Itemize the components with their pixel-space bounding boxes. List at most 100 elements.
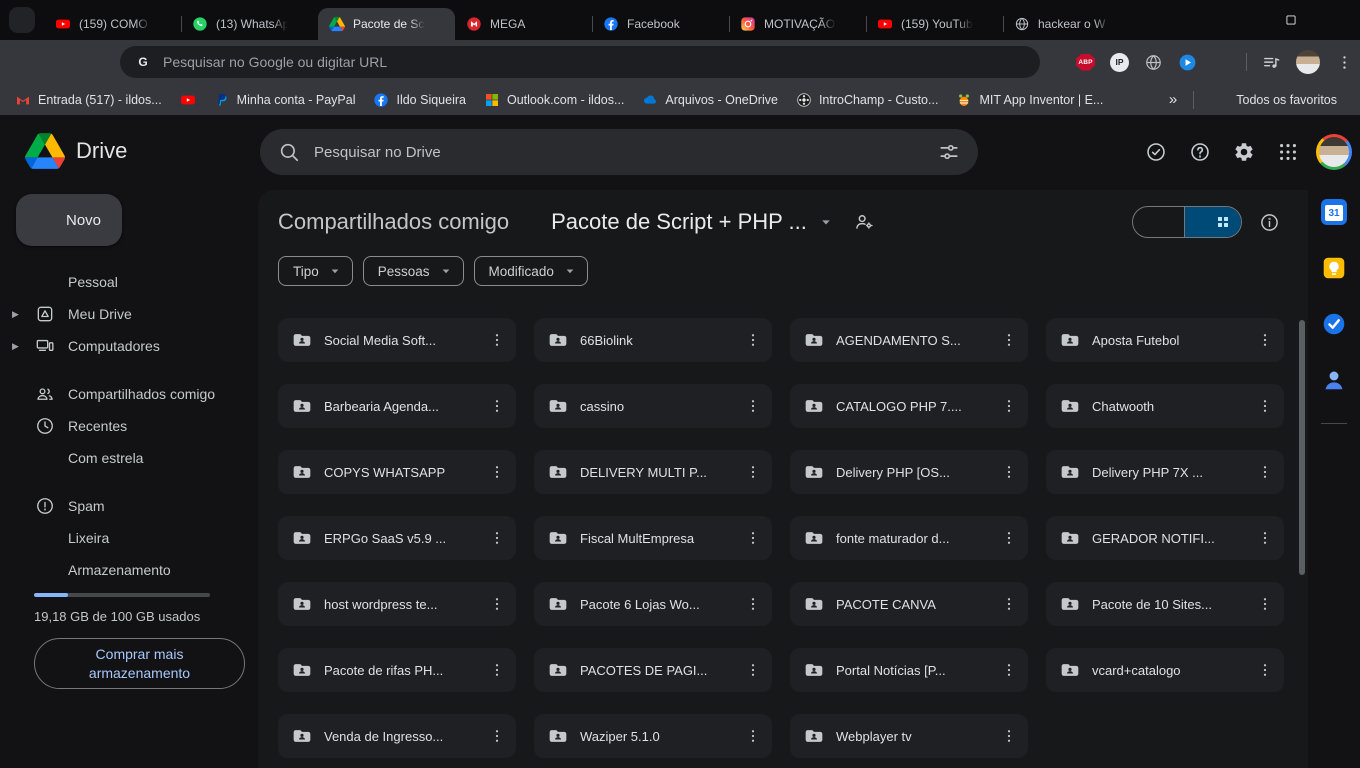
folder-card[interactable]: Social Media Soft... [278, 318, 516, 362]
folder-card[interactable]: GERADOR NOTIFI... [1046, 516, 1284, 560]
folder-card[interactable]: DELIVERY MULTI P... [534, 450, 772, 494]
breadcrumb-current[interactable]: Pacote de Script + PHP ... [551, 209, 807, 235]
grid-view-button[interactable]: M5 12.5l4 4L19 7 [1185, 207, 1241, 237]
adblock-plus-icon[interactable]: ABP [1076, 54, 1095, 71]
search-filters-icon[interactable] [938, 141, 960, 163]
sidebar-nav-item[interactable]: ▶ M7.2 18.5h10.1a3.8 3.8 0 0 0 .9-7.5 5.… [0, 554, 258, 586]
video-play-extension-icon[interactable] [1178, 53, 1197, 72]
folder-card[interactable]: Chatwooth [1046, 384, 1284, 428]
back-button[interactable]: M19 12H5.5M11 6l-6 6 6 6 [10, 47, 40, 77]
folder-card[interactable]: Pacote 6 Lojas Wo... [534, 582, 772, 626]
browser-tab[interactable]: Facebook M6.5 6.5l11 11M17.5 6.5l-11 11 [592, 8, 729, 40]
folder-menu-icon[interactable] [738, 457, 768, 487]
breadcrumb-parent[interactable]: Compartilhados comigo [278, 209, 509, 235]
folder-menu-icon[interactable] [994, 457, 1024, 487]
manage-members-icon[interactable] [853, 211, 875, 233]
browser-menu-icon[interactable] [1335, 53, 1354, 72]
tab-close-icon[interactable]: M6.5 6.5l11 11M17.5 6.5l-11 11 [159, 16, 175, 32]
buy-storage-button[interactable]: Comprar mais armazenamento [34, 638, 245, 689]
folder-card[interactable]: COPYS WHATSAPP [278, 450, 516, 494]
folder-card[interactable]: Delivery PHP [OS... [790, 450, 1028, 494]
folder-menu-icon[interactable] [994, 391, 1024, 421]
folder-menu-icon[interactable] [482, 325, 512, 355]
folder-menu-icon[interactable] [482, 391, 512, 421]
browser-tab[interactable]: (159) COMO M6.5 6.5l11 11M17.5 6.5l-11 1… [44, 8, 181, 40]
browser-tab[interactable]: hackear o W M6.5 6.5l11 11M17.5 6.5l-11 … [1003, 8, 1140, 40]
folder-menu-icon[interactable] [738, 523, 768, 553]
folder-card[interactable]: Fiscal MultEmpresa [534, 516, 772, 560]
get-addons-icon[interactable]: M12 5v14M5 12h14 [1322, 440, 1346, 464]
window-close-button[interactable]: M6.5 6.5l11 11M17.5 6.5l-11 11 [1314, 0, 1360, 40]
reload-button[interactable]: M19 12a7 7 0 1 1-2.05-4.95M19.3 3.9v3.9h… [80, 47, 110, 77]
folder-menu-icon[interactable] [994, 523, 1024, 553]
folder-menu-icon[interactable] [994, 589, 1024, 619]
bookmark-item[interactable]: Outlook.com - ildos... [475, 89, 633, 111]
info-icon[interactable] [1259, 212, 1280, 233]
folder-menu-icon[interactable] [482, 523, 512, 553]
collapse-panel-icon[interactable]: M9.5 5.5 16 12l-6.5 6.5 [1322, 724, 1344, 746]
browser-tab[interactable]: (13) WhatsAp M6.5 6.5l11 11M17.5 6.5l-11… [181, 8, 318, 40]
folder-card[interactable]: Pacote de rifas PH... [278, 648, 516, 692]
folder-card[interactable]: Aposta Futebol [1046, 318, 1284, 362]
folder-card[interactable]: fonte maturador d... [790, 516, 1028, 560]
google-calendar-icon[interactable]: 31 [1321, 199, 1347, 225]
bookmark-item[interactable]: Entrada (517) - ildos... [6, 89, 171, 111]
tab-close-icon[interactable]: M6.5 6.5l11 11M17.5 6.5l-11 11 [296, 16, 312, 32]
filter-chip[interactable]: Tipo [278, 256, 353, 286]
all-bookmarks-button[interactable]: M3.5 6.5a2 2 0 0 1 2-2h4l2 2.5h7a2 2 0 0… [1204, 89, 1346, 111]
sidebar-nav-item[interactable]: ▶ Computadores [0, 330, 258, 362]
address-bar[interactable]: G Pesquisar no Google ou digitar URL [120, 46, 1040, 78]
bookmark-item[interactable]: MIT App Inventor | E... [947, 89, 1112, 111]
bookmark-item[interactable]: IntroChamp - Custo... [787, 89, 948, 111]
folder-card[interactable]: ERPGo SaaS v5.9 ... [278, 516, 516, 560]
tab-close-icon[interactable]: M6.5 6.5l11 11M17.5 6.5l-11 11 [844, 16, 860, 32]
folder-card[interactable]: PACOTE CANVA [790, 582, 1028, 626]
bookmark-item[interactable]: Ildo Siqueira [364, 89, 475, 111]
tab-close-icon[interactable]: M6.5 6.5l11 11M17.5 6.5l-11 11 [1118, 16, 1134, 32]
caret-down-icon[interactable] [816, 212, 836, 232]
expand-arrow-icon[interactable]: ▶ [12, 341, 28, 352]
proxy-globe-icon[interactable] [1144, 53, 1163, 72]
folder-card[interactable]: Pacote de 10 Sites... [1046, 582, 1284, 626]
folder-card[interactable]: host wordpress te... [278, 582, 516, 626]
folder-card[interactable]: Portal Notícias [P... [790, 648, 1028, 692]
browser-tab[interactable]: Pacote de Sc M6.5 6.5l11 11M17.5 6.5l-11… [318, 8, 455, 40]
folder-menu-icon[interactable] [1250, 391, 1280, 421]
folder-card[interactable]: AGENDAMENTO S... [790, 318, 1028, 362]
google-contacts-icon[interactable] [1321, 367, 1347, 393]
folder-menu-icon[interactable] [994, 721, 1024, 751]
folder-card[interactable]: Webplayer tv [790, 714, 1028, 758]
offline-status-button[interactable] [1134, 130, 1178, 174]
bookmarks-overflow-button[interactable]: » [1163, 91, 1183, 108]
sidebar-nav-item[interactable]: ▶ M4.5 10.5 12 4.5l7.5 6v8a1 1 0 0 1-1 1… [0, 266, 258, 298]
settings-button[interactable] [1222, 130, 1266, 174]
folder-card[interactable]: CATALOGO PHP 7.... [790, 384, 1028, 428]
folder-menu-icon[interactable] [1250, 457, 1280, 487]
sidebar-nav-item[interactable]: ▶ M12 4l2.4 5.3 5.8.5-4.4 3.8 1.3 5.7-5.… [0, 442, 258, 474]
forward-button[interactable]: M5 12h13.5M13 6l6 6-6 6 [45, 47, 75, 77]
tab-close-icon[interactable]: M6.5 6.5l11 11M17.5 6.5l-11 11 [707, 16, 723, 32]
browser-tab[interactable]: MEGA M6.5 6.5l11 11M17.5 6.5l-11 11 [455, 8, 592, 40]
folder-menu-icon[interactable] [738, 589, 768, 619]
folder-card[interactable]: cassino [534, 384, 772, 428]
folder-menu-icon[interactable] [482, 457, 512, 487]
drive-logo[interactable]: Drive [25, 133, 127, 169]
browser-tab[interactable]: (159) YouTub M6.5 6.5l11 11M17.5 6.5l-11… [866, 8, 1003, 40]
google-apps-button[interactable] [1266, 130, 1310, 174]
tab-close-icon[interactable]: M6.5 6.5l11 11M17.5 6.5l-11 11 [570, 16, 586, 32]
folder-card[interactable]: Waziper 5.1.0 [534, 714, 772, 758]
new-tab-button[interactable]: M12 5v14M5 12h14 [1148, 10, 1176, 38]
sidebar-nav-item[interactable]: ▶ Spam [0, 490, 258, 522]
sidebar-nav-item[interactable]: ▶ M5.5 7h13M9.5 7V5.8a1.3 1.3 0 0 1 1.3-… [0, 522, 258, 554]
sidebar-nav-item[interactable]: ▶ Meu Drive [0, 298, 258, 330]
window-maximize-button[interactable] [1268, 0, 1314, 40]
folder-menu-icon[interactable] [482, 589, 512, 619]
window-minimize-button[interactable]: M5 12h14 [1222, 0, 1268, 40]
folder-menu-icon[interactable] [738, 325, 768, 355]
folder-menu-icon[interactable] [1250, 655, 1280, 685]
folder-card[interactable]: Barbearia Agenda... [278, 384, 516, 428]
folder-menu-icon[interactable] [994, 325, 1024, 355]
folder-menu-icon[interactable] [994, 655, 1024, 685]
browser-profile-avatar[interactable] [1296, 50, 1320, 74]
ip-lookup-icon[interactable]: IP [1110, 53, 1129, 72]
